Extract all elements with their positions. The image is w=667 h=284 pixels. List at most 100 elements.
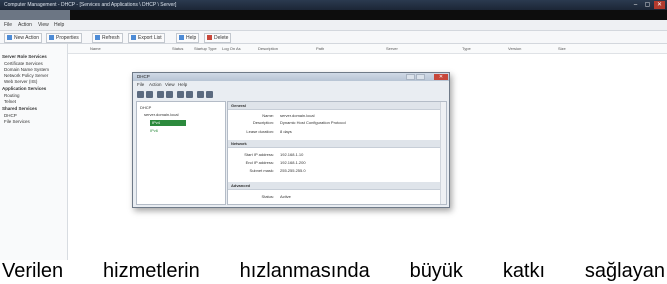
section-network-label: Network bbox=[231, 141, 247, 146]
taskbar-button[interactable] bbox=[0, 10, 70, 20]
back-icon[interactable] bbox=[137, 91, 144, 98]
title-bar: Computer Management - DHCP - [Services a… bbox=[0, 0, 667, 10]
refresh-button[interactable]: Refresh bbox=[92, 33, 123, 43]
nav-group-shared[interactable]: Shared Services bbox=[2, 106, 37, 111]
tree-ipv4-selected[interactable]: IPv4 bbox=[150, 120, 186, 126]
new-action-button[interactable]: New Action bbox=[4, 33, 43, 43]
new-action-label: New Action bbox=[14, 35, 40, 41]
nav-item-routing[interactable]: Routing bbox=[4, 93, 20, 98]
dialog-menu-bar: File Action View Help bbox=[133, 81, 449, 89]
menu-file[interactable]: File bbox=[4, 20, 12, 30]
dialog-close-button[interactable]: ✕ bbox=[434, 74, 448, 80]
menu-bar: File Action View Help bbox=[0, 20, 667, 31]
dialog-maximize-button[interactable] bbox=[416, 74, 425, 80]
tree-root[interactable]: DHCP bbox=[140, 105, 151, 110]
tree-ipv6[interactable]: IPv6 bbox=[150, 128, 158, 133]
dialog-menu-action[interactable]: Action bbox=[149, 81, 162, 89]
nav-item-dhcp[interactable]: DHCP bbox=[4, 113, 17, 118]
col-type[interactable]: Type bbox=[462, 44, 471, 53]
lease-label: Lease duration: bbox=[246, 129, 274, 134]
dhcp-dialog: DHCP ✕ File Action View Help DHCP server… bbox=[132, 72, 450, 208]
section-advanced-label: Advanced bbox=[231, 183, 251, 188]
close-button[interactable]: ✕ bbox=[654, 1, 665, 9]
refresh-icon bbox=[95, 35, 100, 41]
col-description[interactable]: Description bbox=[258, 44, 278, 53]
nav-group-application[interactable]: Application Services bbox=[2, 86, 46, 91]
menu-help[interactable]: Help bbox=[54, 20, 64, 30]
export-list-label: Export List bbox=[138, 35, 162, 41]
name-label: Name: bbox=[262, 113, 274, 118]
start-ip-label: Start IP address: bbox=[244, 152, 274, 157]
col-path[interactable]: Path bbox=[316, 44, 324, 53]
col-logon[interactable]: Log On As bbox=[222, 44, 241, 53]
show-tree-icon[interactable] bbox=[166, 91, 173, 98]
section-general-label: General bbox=[231, 103, 246, 108]
col-server[interactable]: Server bbox=[386, 44, 398, 53]
nav-item-certificate[interactable]: Certificate Services bbox=[4, 61, 43, 66]
lease-value[interactable]: 8 days bbox=[280, 129, 292, 134]
console-tree: DHCP server.domain.local IPv4 IPv6 bbox=[136, 101, 226, 205]
nav-group-server-role[interactable]: Server Role Services bbox=[2, 54, 47, 59]
section-network: Network bbox=[228, 140, 446, 148]
menu-action[interactable]: Action bbox=[18, 20, 32, 30]
export-list-button[interactable]: Export List bbox=[128, 33, 165, 43]
subnet-label: Subnet mask: bbox=[249, 168, 274, 173]
nav-item-telnet[interactable]: Telnet bbox=[4, 99, 16, 104]
description-value: Dynamic Host Configuration Protocol bbox=[280, 120, 346, 125]
maximize-button[interactable]: ▢ bbox=[642, 1, 653, 9]
properties-icon[interactable] bbox=[206, 91, 213, 98]
nav-item-file-services[interactable]: File Services bbox=[4, 119, 30, 124]
dialog-title: DHCP bbox=[137, 74, 150, 79]
export-icon[interactable] bbox=[186, 91, 193, 98]
nav-item-nps[interactable]: Network Policy Server bbox=[4, 73, 48, 78]
name-value: server.domain.local bbox=[280, 113, 315, 118]
screenshot: Computer Management - DHCP - [Services a… bbox=[0, 0, 667, 260]
end-ip-value[interactable]: 192.168.1.200 bbox=[280, 160, 306, 165]
refresh-icon[interactable] bbox=[177, 91, 184, 98]
section-general: General bbox=[228, 102, 446, 110]
dialog-menu-file[interactable]: File bbox=[137, 81, 144, 89]
delete-button[interactable]: Delete bbox=[204, 33, 232, 43]
navigation-pane: Server Role Services Certificate Service… bbox=[0, 44, 68, 260]
properties-icon bbox=[49, 35, 54, 41]
start-ip-value[interactable]: 192.168.1.10 bbox=[280, 152, 303, 157]
properties-button[interactable]: Properties bbox=[46, 33, 82, 43]
delete-icon bbox=[207, 35, 212, 41]
window-title: Computer Management - DHCP - [Services a… bbox=[4, 2, 177, 8]
dialog-menu-help[interactable]: Help bbox=[178, 81, 187, 89]
nav-item-dns[interactable]: Domain Name System bbox=[4, 67, 49, 72]
toolbar: New Action Properties Refresh Export Lis… bbox=[0, 31, 667, 44]
properties-scrollbar[interactable] bbox=[440, 102, 446, 204]
col-status[interactable]: Status bbox=[172, 44, 183, 53]
subnet-value[interactable]: 255.255.255.0 bbox=[280, 168, 306, 173]
help-button[interactable]: Help bbox=[176, 33, 200, 43]
help-icon bbox=[179, 35, 184, 41]
taskbar-strip bbox=[0, 10, 667, 20]
properties-panel: General Name: server.domain.local Descri… bbox=[227, 101, 447, 205]
col-name[interactable]: Name bbox=[90, 44, 101, 53]
help-label: Help bbox=[186, 35, 197, 41]
dialog-minimize-button[interactable] bbox=[406, 74, 415, 80]
properties-label: Properties bbox=[56, 35, 79, 41]
minimize-button[interactable]: – bbox=[630, 1, 641, 9]
col-version[interactable]: Version bbox=[508, 44, 521, 53]
column-headers: Name Status Startup Type Log On As Descr… bbox=[68, 44, 667, 54]
tree-server[interactable]: server.domain.local bbox=[144, 112, 178, 117]
col-startup[interactable]: Startup Type bbox=[194, 44, 217, 53]
caption-text: Verilen hizmetlerin hızlanmasında büyük … bbox=[2, 260, 665, 282]
section-advanced: Advanced bbox=[228, 182, 446, 190]
up-icon[interactable] bbox=[157, 91, 164, 98]
refresh-label: Refresh bbox=[102, 35, 120, 41]
new-icon bbox=[7, 35, 12, 41]
dialog-toolbar bbox=[135, 90, 447, 100]
status-label: Status: bbox=[261, 194, 274, 199]
forward-icon[interactable] bbox=[146, 91, 153, 98]
dialog-menu-view[interactable]: View bbox=[165, 81, 175, 89]
export-icon bbox=[131, 35, 136, 41]
status-value: Active bbox=[280, 194, 291, 199]
help-icon[interactable] bbox=[197, 91, 204, 98]
col-size[interactable]: Size bbox=[558, 44, 566, 53]
nav-item-iis[interactable]: Web Server (IIS) bbox=[4, 79, 37, 84]
menu-view[interactable]: View bbox=[38, 20, 49, 30]
dialog-title-bar: DHCP ✕ bbox=[133, 73, 449, 81]
